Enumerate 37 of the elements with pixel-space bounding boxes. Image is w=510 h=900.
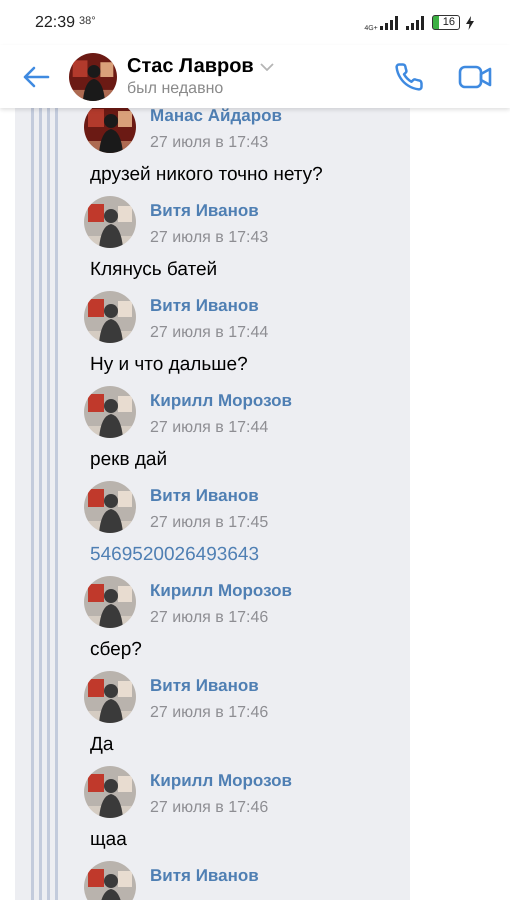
author-name[interactable]: Витя Иванов xyxy=(150,865,259,887)
chevron-down-icon[interactable] xyxy=(260,62,274,70)
message-date: 27 июля в 17:43 xyxy=(150,133,270,153)
phone-icon[interactable] xyxy=(394,62,424,92)
message-date: 27 июля в 17:44 xyxy=(150,323,268,343)
last-seen: был недавно xyxy=(127,80,224,98)
signal-icon xyxy=(380,16,400,30)
message-text: друзей никого точно нету? xyxy=(90,163,324,187)
charging-icon xyxy=(466,16,474,30)
author-name[interactable]: Кирилл Морозов xyxy=(150,390,292,412)
status-time: 22:39 xyxy=(35,14,76,32)
message-date: 27 июля в 17:46 xyxy=(150,798,270,818)
author-name[interactable]: Витя Иванов xyxy=(150,675,268,697)
author-name[interactable]: Манас Айдаров xyxy=(150,108,282,127)
message-link[interactable]: 5469520026493643 xyxy=(90,541,410,569)
message-text: Да xyxy=(90,733,114,757)
author-name[interactable]: Кирилл Морозов xyxy=(150,770,292,792)
message-date: 27 июля в 17:43 xyxy=(150,228,268,248)
video-call-icon[interactable] xyxy=(458,64,492,90)
message-date: 27 июля в 17:46 xyxy=(150,703,268,723)
message-text: рекв дай xyxy=(90,448,168,472)
back-icon[interactable] xyxy=(22,64,50,88)
author-name[interactable]: Кирилл Морозов xyxy=(150,580,292,602)
author-name[interactable]: Витя Иванов xyxy=(150,295,268,317)
message-date: 27 июля в 17:46 xyxy=(150,608,270,628)
contact-name[interactable]: Стас Лавров xyxy=(127,55,254,78)
message-date: 27 июля в 17:45 xyxy=(150,513,268,533)
message-text: сбер? xyxy=(90,638,143,662)
battery-level: 16 xyxy=(432,15,460,30)
message-date: 27 июля в 17:44 xyxy=(150,418,270,438)
message-text: Клянусь батей xyxy=(90,258,218,282)
message-text: Ну и что дальше? xyxy=(90,353,249,377)
author-name[interactable]: Витя Иванов xyxy=(150,485,268,507)
temperature: 38° xyxy=(79,14,96,26)
signal-icon xyxy=(406,16,426,30)
message-text: щаа xyxy=(90,828,128,852)
author-name[interactable]: Витя Иванов xyxy=(150,200,268,222)
